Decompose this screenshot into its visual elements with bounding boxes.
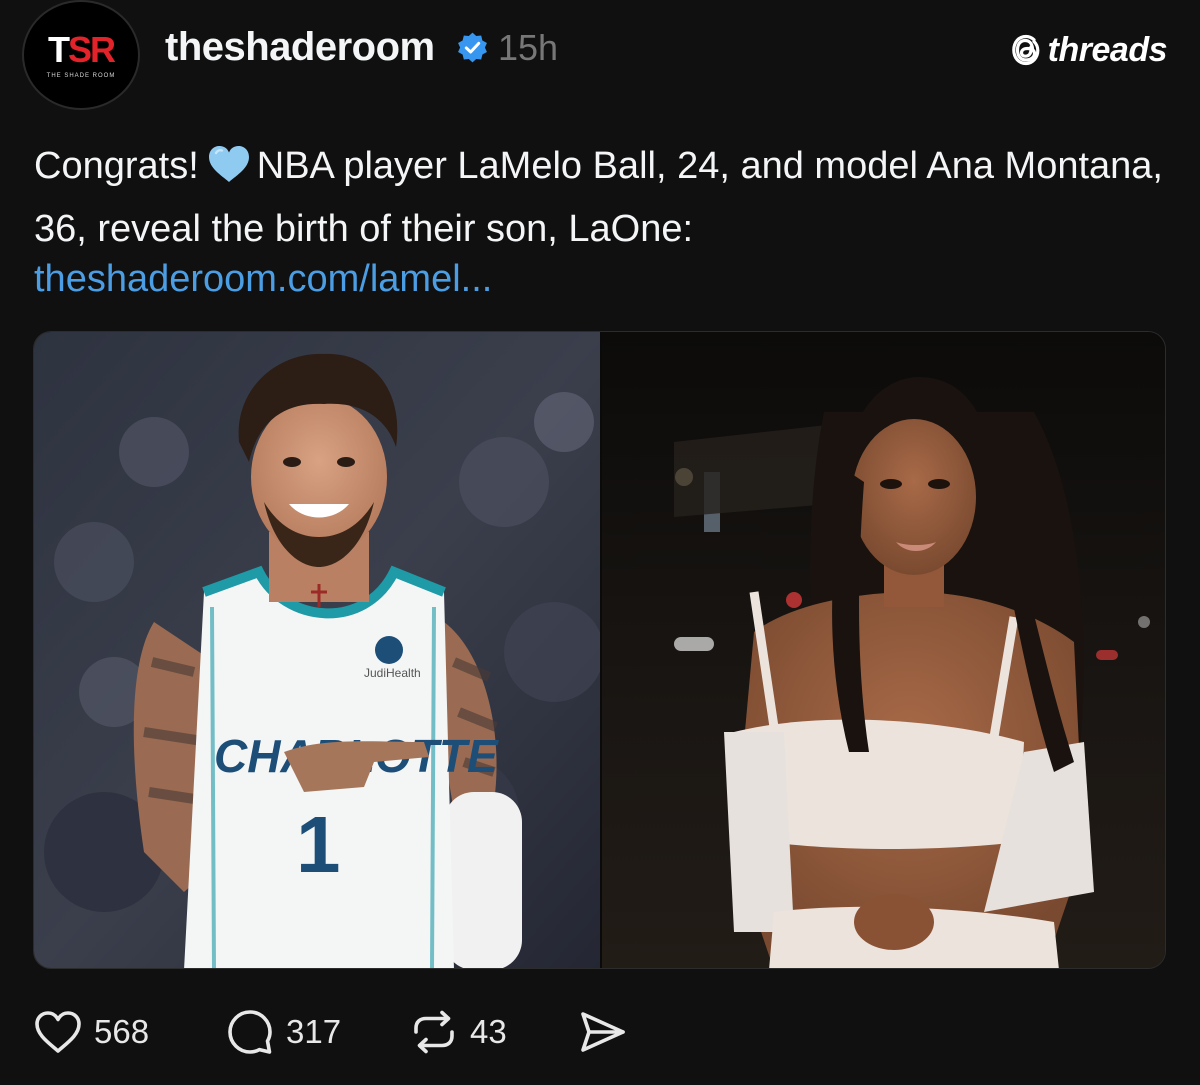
reply-button[interactable]: 317 bbox=[226, 1008, 341, 1056]
caption-intro: Congrats! bbox=[34, 145, 199, 187]
logo-subtitle: THE SHADE ROOM bbox=[46, 73, 116, 79]
like-count: 568 bbox=[94, 1013, 150, 1050]
username-link[interactable]: theshaderoom bbox=[165, 22, 435, 72]
repost-button[interactable]: 43 bbox=[410, 1008, 507, 1056]
svg-text:JudiHealth: JudiHealth bbox=[364, 666, 421, 680]
threads-wordmark: threads bbox=[1047, 30, 1168, 69]
post-caption: Congrats! NBA player LaMelo Ball, 24, and… bbox=[34, 138, 1164, 258]
heart-icon bbox=[35, 1011, 81, 1053]
threads-brand[interactable]: threads bbox=[1010, 30, 1168, 70]
logo-letter-r: R bbox=[90, 29, 116, 70]
post-image[interactable]: CHARLOTTE 1 JudiHealth bbox=[33, 331, 1166, 969]
comment-icon bbox=[228, 1010, 272, 1054]
reply-count: 317 bbox=[286, 1013, 342, 1050]
right-photo bbox=[602, 332, 1165, 968]
share-button[interactable] bbox=[578, 1008, 628, 1056]
tsr-logo: TSR bbox=[24, 32, 138, 68]
left-photo: CHARLOTTE 1 JudiHealth bbox=[34, 332, 604, 968]
logo-letter-t: T bbox=[47, 29, 70, 70]
send-icon bbox=[581, 1012, 625, 1052]
repost-count: 43 bbox=[470, 1013, 507, 1050]
light-blue-heart-icon bbox=[207, 144, 251, 201]
article-link[interactable]: theshaderoom.com/lamel... bbox=[34, 251, 492, 308]
logo-letter-s: S bbox=[67, 29, 92, 70]
avatar[interactable]: TSR THE SHADE ROOM bbox=[22, 0, 140, 110]
verified-badge-icon bbox=[458, 32, 487, 63]
repost-icon bbox=[414, 1010, 454, 1054]
caption-body: NBA player LaMelo Ball, 24, and model An… bbox=[34, 145, 1163, 250]
threads-logo-icon bbox=[1011, 34, 1040, 66]
svg-text:1: 1 bbox=[296, 800, 341, 889]
post-timestamp: 15h bbox=[498, 27, 559, 68]
like-button[interactable]: 568 bbox=[34, 1008, 149, 1056]
